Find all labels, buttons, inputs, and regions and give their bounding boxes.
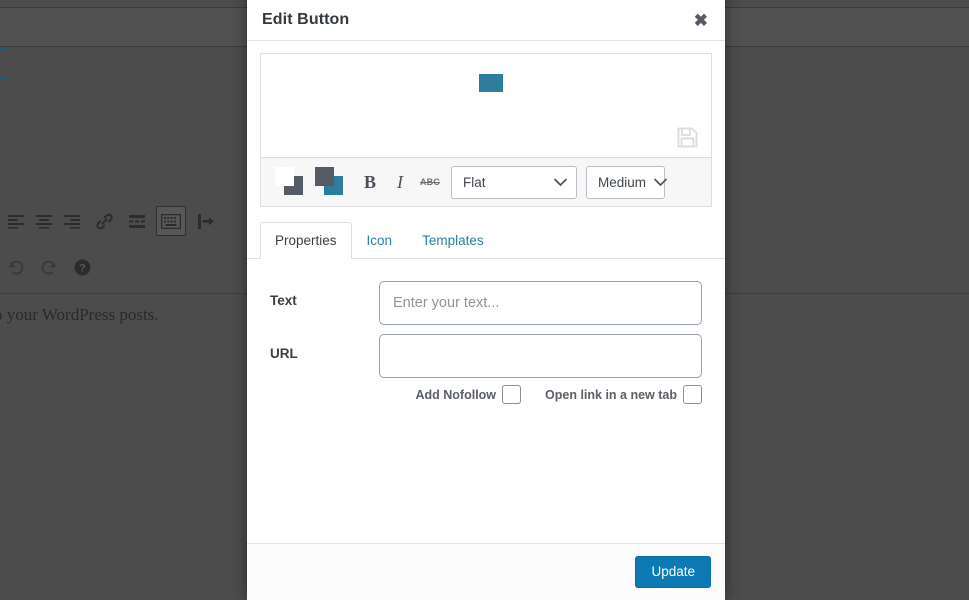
editor-partial-input[interactable]	[0, 48, 10, 79]
newtab-checkbox[interactable]	[683, 385, 702, 404]
button-style-select-value: Flat	[463, 174, 486, 190]
modal-title: Edit Button	[262, 11, 350, 28]
modal-tabs: Properties Icon Templates	[247, 222, 725, 259]
strikethrough-label: ABC	[419, 177, 441, 187]
button-size-select[interactable]: Medium	[586, 165, 667, 199]
newtab-label: Open link in a new tab	[545, 387, 677, 402]
save-icon[interactable]	[677, 127, 698, 148]
url-input[interactable]	[379, 334, 702, 378]
preview-button[interactable]	[479, 74, 503, 92]
background-color-swatch-front	[315, 167, 334, 186]
edit-button-modal: Edit Button ✖ B I ABC Flat Medium Proper…	[247, 0, 725, 600]
preview-canvas	[261, 54, 711, 157]
background-color-swatch[interactable]	[315, 167, 345, 197]
link-icon[interactable]	[90, 207, 118, 235]
modal-header: Edit Button ✖	[247, 0, 725, 41]
tab-properties[interactable]: Properties	[260, 222, 352, 259]
text-color-swatch[interactable]	[275, 167, 305, 197]
modal-footer: Update	[247, 543, 725, 600]
url-field-label: URL	[270, 346, 298, 361]
tab-icon[interactable]: Icon	[352, 222, 408, 259]
link-options-row: Add Nofollow Open link in a new tab	[379, 385, 702, 404]
distraction-free-icon[interactable]	[192, 207, 220, 235]
button-size-select-value: Medium	[598, 174, 647, 190]
tab-templates[interactable]: Templates	[407, 222, 499, 259]
text-input[interactable]	[379, 281, 702, 325]
update-button[interactable]: Update	[635, 556, 711, 588]
modal-body: B I ABC Flat Medium Properties Icon Temp…	[247, 41, 725, 543]
keyboard-shortcuts-icon[interactable]	[156, 206, 186, 236]
close-icon[interactable]: ✖	[691, 10, 711, 31]
chevron-down-icon	[654, 178, 667, 187]
button-style-toolbar: B I ABC Flat Medium	[261, 157, 711, 206]
text-color-swatch-front	[275, 167, 294, 186]
nofollow-checkbox[interactable]	[502, 385, 522, 404]
editor-toolbar-row-1	[2, 206, 220, 236]
help-icon[interactable]: ?	[68, 253, 96, 281]
text-field-row: Text	[270, 281, 702, 325]
undo-icon[interactable]	[2, 253, 30, 281]
align-left-icon[interactable]	[2, 207, 30, 235]
button-style-select[interactable]: Flat	[451, 165, 577, 199]
chevron-down-icon	[554, 178, 567, 187]
italic-button[interactable]: I	[385, 167, 415, 197]
svg-text:?: ?	[79, 262, 86, 274]
read-more-icon[interactable]	[123, 207, 151, 235]
button-preview-panel: B I ABC Flat Medium	[260, 53, 712, 207]
properties-form: Text URL Add Nofollow Open link in a new…	[247, 259, 725, 404]
strikethrough-button[interactable]: ABC	[415, 167, 445, 197]
redo-icon[interactable]	[35, 253, 63, 281]
bold-button[interactable]: B	[355, 167, 385, 197]
url-field-row: URL Add Nofollow Open link in a new tab	[270, 334, 702, 404]
editor-toolbar-row-2: ?	[2, 253, 96, 281]
nofollow-label: Add Nofollow	[415, 387, 497, 402]
align-right-icon[interactable]	[58, 207, 86, 235]
align-center-icon[interactable]	[30, 207, 58, 235]
editor-content-text: o your WordPress posts.	[0, 305, 159, 324]
text-field-label: Text	[270, 293, 297, 308]
